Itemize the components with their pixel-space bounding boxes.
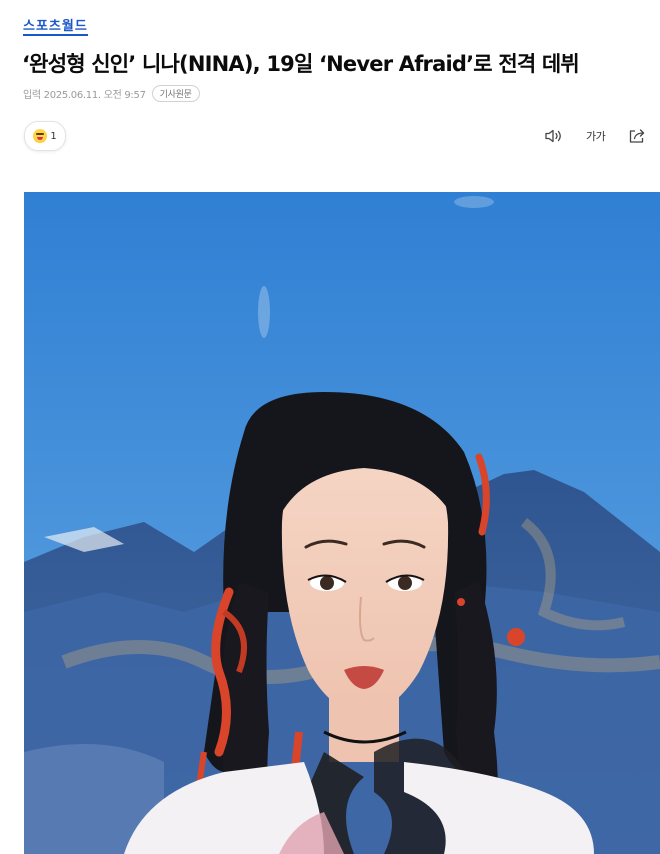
brand-logo[interactable]: 스포츠월드 (23, 20, 88, 36)
article-photo (24, 192, 660, 854)
reaction-count: 1 (50, 130, 57, 142)
reaction-button[interactable]: 1 (24, 121, 66, 151)
share-icon[interactable] (628, 124, 646, 148)
article-headline: ‘완성형 신인’ 니나(NINA), 19일 ‘Never Afraid’로 전… (22, 52, 580, 76)
article-meta: 입력 2025.06.11. 오전 9:57 기사원문 (23, 84, 200, 102)
laughing-emoji-icon (33, 129, 48, 143)
font-size-button[interactable]: 가가 (586, 124, 606, 148)
speaker-icon[interactable] (544, 124, 564, 148)
published-time: 입력 2025.06.11. 오전 9:57 (23, 89, 146, 101)
article-toolbar: 가가 (540, 124, 660, 148)
original-article-link[interactable]: 기사원문 (151, 84, 200, 102)
